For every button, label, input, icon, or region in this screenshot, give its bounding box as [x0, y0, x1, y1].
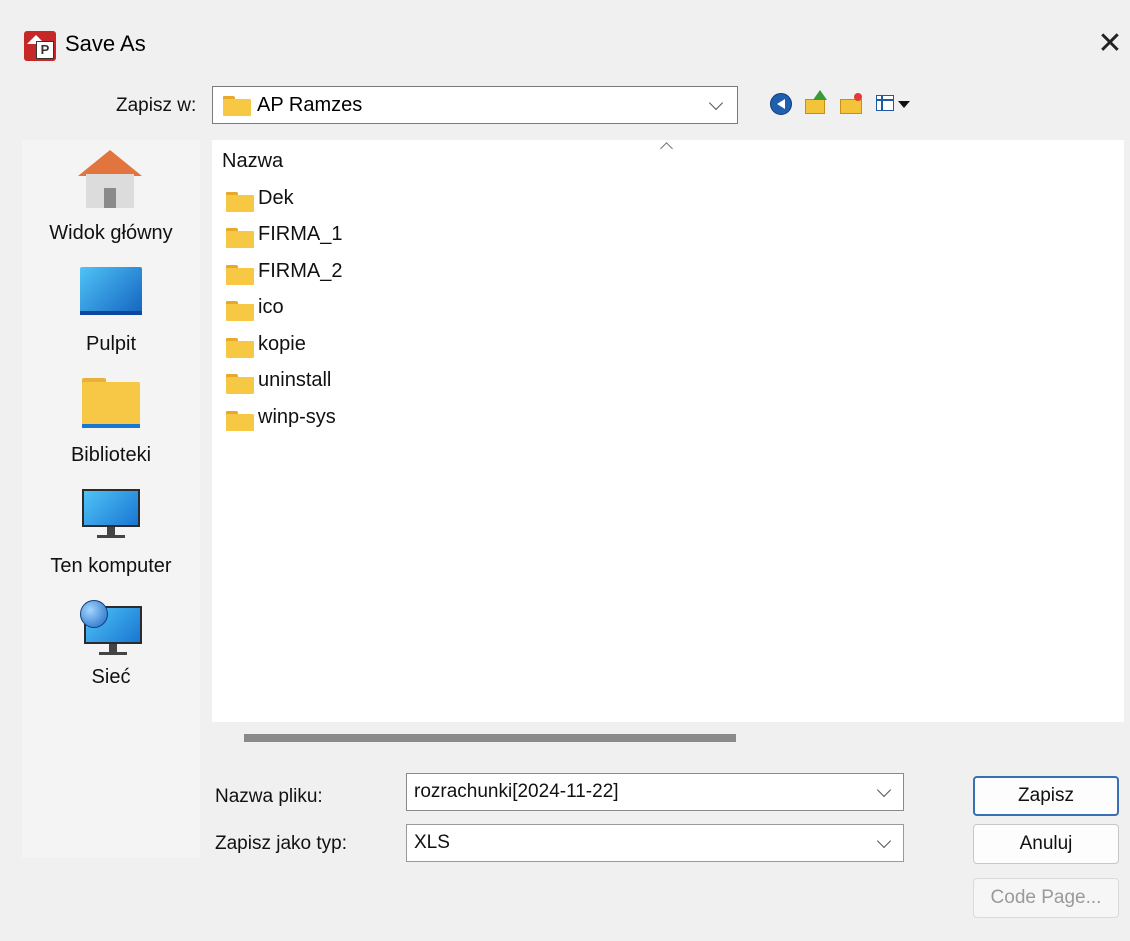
file-list[interactable]: Nazwa Dek FIRMA_1 FIRMA_2 ico kopie unin…	[212, 140, 1124, 722]
lookin-combo[interactable]: AP Ramzes	[212, 86, 738, 124]
list-item[interactable]: ico	[226, 291, 376, 325]
list-item[interactable]: FIRMA_1	[226, 218, 376, 252]
filename-value: rozrachunki[2024-11-22]	[414, 781, 619, 802]
column-header-name[interactable]: Nazwa	[222, 150, 283, 173]
place-label: Biblioteki	[70, 444, 152, 466]
up-folder-icon[interactable]	[803, 90, 829, 116]
lookin-value: AP Ramzes	[257, 94, 363, 116]
folder-icon	[226, 374, 254, 394]
place-network[interactable]: Sieć	[22, 592, 200, 692]
place-label: Pulpit	[85, 333, 137, 355]
item-name: uninstall	[258, 369, 332, 391]
code-page-button[interactable]: Code Page...	[973, 878, 1119, 918]
folder-icon	[226, 228, 254, 248]
desktop-icon	[80, 267, 142, 317]
home-icon	[78, 150, 142, 208]
network-icon	[80, 600, 142, 656]
place-label: Widok główny	[49, 222, 173, 244]
folder-icon	[223, 96, 251, 116]
filetype-select[interactable]: XLS	[406, 824, 904, 862]
save-button[interactable]: Zapisz	[973, 776, 1119, 816]
filename-input[interactable]: rozrachunki[2024-11-22]	[406, 773, 904, 811]
folder-icon	[226, 301, 254, 321]
title-bar	[0, 0, 1130, 88]
list-item[interactable]: Dek	[226, 182, 376, 216]
item-name: winp-sys	[258, 406, 336, 428]
item-name: FIRMA_2	[258, 260, 343, 282]
place-home[interactable]: Widok główny	[22, 148, 200, 248]
filename-label: Nazwa pliku:	[215, 786, 323, 807]
folder-icon	[226, 411, 254, 431]
folder-icon	[226, 265, 254, 285]
item-name: ico	[258, 296, 284, 318]
list-item[interactable]: winp-sys	[226, 401, 376, 435]
item-name: Dek	[258, 187, 294, 209]
item-name: kopie	[258, 333, 306, 355]
filetype-value: XLS	[414, 832, 450, 853]
new-folder-icon[interactable]	[838, 90, 864, 116]
computer-icon	[82, 489, 140, 539]
list-item[interactable]: FIRMA_2	[226, 255, 376, 289]
chevron-down-icon	[708, 95, 724, 111]
place-desktop[interactable]: Pulpit	[22, 259, 200, 359]
item-name: FIRMA_1	[258, 223, 343, 245]
list-item[interactable]: kopie	[226, 328, 376, 362]
window-title: Save As	[65, 31, 146, 56]
chevron-down-icon[interactable]	[876, 833, 892, 849]
back-icon[interactable]	[768, 90, 794, 116]
libraries-icon	[82, 378, 140, 430]
place-libraries[interactable]: Biblioteki	[22, 370, 200, 470]
chevron-down-icon[interactable]	[876, 782, 892, 798]
app-logo-icon: P	[24, 31, 56, 61]
filetype-label: Zapisz jako typ:	[215, 833, 347, 854]
place-computer[interactable]: Ten komputer	[22, 481, 200, 581]
cancel-button[interactable]: Anuluj	[973, 824, 1119, 864]
places-bar: Widok główny Pulpit Biblioteki Ten kompu…	[22, 140, 200, 858]
place-label: Ten komputer	[50, 555, 172, 577]
view-menu-icon[interactable]	[874, 90, 920, 116]
folder-icon	[226, 192, 254, 212]
lookin-label: Zapisz w:	[116, 95, 197, 116]
folder-icon	[226, 338, 254, 358]
close-button[interactable]: ✕	[1096, 28, 1124, 60]
sort-ascending-icon	[660, 142, 673, 155]
list-item[interactable]: uninstall	[226, 364, 376, 398]
place-label: Sieć	[91, 666, 131, 688]
horizontal-scrollbar[interactable]	[212, 724, 1124, 754]
scrollbar-thumb[interactable]	[244, 734, 736, 742]
